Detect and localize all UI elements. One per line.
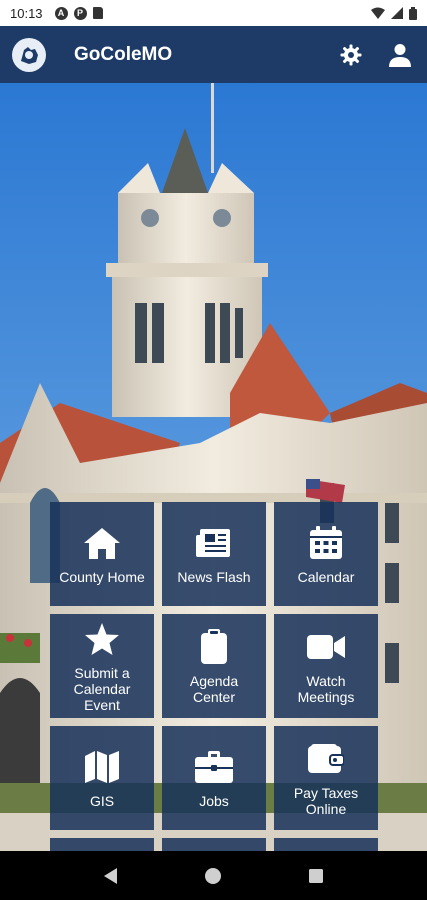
app-title: GoColeMO bbox=[74, 43, 173, 65]
tile-more-2[interactable] bbox=[162, 838, 266, 851]
tile-jobs[interactable]: Jobs bbox=[162, 726, 266, 830]
tile-pay-taxes-online[interactable]: Pay Taxes Online bbox=[274, 726, 378, 830]
tile-agenda-center[interactable]: Agenda Center bbox=[162, 614, 266, 718]
wallet-icon bbox=[308, 739, 344, 779]
header-actions bbox=[339, 43, 415, 67]
back-icon[interactable] bbox=[103, 867, 119, 885]
signal-icon bbox=[391, 7, 403, 19]
home-icon bbox=[83, 523, 121, 563]
tile-news-flash[interactable]: News Flash bbox=[162, 502, 266, 606]
tile-label: County Home bbox=[59, 569, 145, 585]
tile-more-1[interactable] bbox=[50, 838, 154, 851]
clipboard-icon bbox=[200, 627, 228, 667]
county-seal-logo-icon[interactable] bbox=[12, 37, 46, 72]
tile-watch-meetings[interactable]: Watch Meetings bbox=[274, 614, 378, 718]
notification-icons: A P bbox=[54, 6, 103, 20]
a-circle-icon: A bbox=[54, 6, 68, 20]
battery-icon bbox=[409, 6, 417, 20]
tile-calendar[interactable]: Calendar bbox=[274, 502, 378, 606]
tile-more-3[interactable] bbox=[274, 838, 378, 851]
settings-gear-icon[interactable] bbox=[339, 43, 363, 67]
status-bar: 10:13 A P bbox=[0, 0, 427, 26]
recents-icon[interactable] bbox=[308, 868, 324, 884]
system-icons bbox=[371, 6, 417, 20]
tile-submit-calendar-event[interactable]: Submit a Calendar Event bbox=[50, 614, 154, 718]
map-icon bbox=[84, 747, 120, 787]
tile-label: Watch Meetings bbox=[297, 673, 355, 705]
wifi-icon bbox=[371, 7, 385, 19]
app-header: GoColeMO bbox=[0, 26, 427, 83]
briefcase-icon bbox=[195, 747, 233, 787]
tile-label: Calendar bbox=[297, 569, 355, 585]
tile-label: Pay Taxes Online bbox=[293, 785, 359, 817]
system-nav-bar bbox=[0, 851, 427, 900]
tile-label: Submit a Calendar Event bbox=[73, 665, 131, 713]
newspaper-icon bbox=[196, 523, 232, 563]
status-time: 10:13 bbox=[10, 5, 43, 21]
tile-label: Jobs bbox=[199, 793, 229, 809]
menu-tile-grid: County Home News Flash Calendar Submit a… bbox=[50, 502, 378, 851]
tile-county-home[interactable]: County Home bbox=[50, 502, 154, 606]
sd-card-icon bbox=[92, 7, 103, 19]
tile-label: News Flash bbox=[177, 569, 251, 585]
p-circle-icon: P bbox=[73, 6, 87, 20]
calendar-icon bbox=[309, 523, 343, 563]
home-circle-icon[interactable] bbox=[204, 867, 222, 885]
tile-label: Agenda Center bbox=[189, 673, 239, 705]
tile-gis[interactable]: GIS bbox=[50, 726, 154, 830]
tile-label: GIS bbox=[89, 793, 115, 809]
video-camera-icon bbox=[307, 627, 345, 667]
profile-icon[interactable] bbox=[389, 43, 411, 67]
star-icon bbox=[84, 619, 120, 659]
